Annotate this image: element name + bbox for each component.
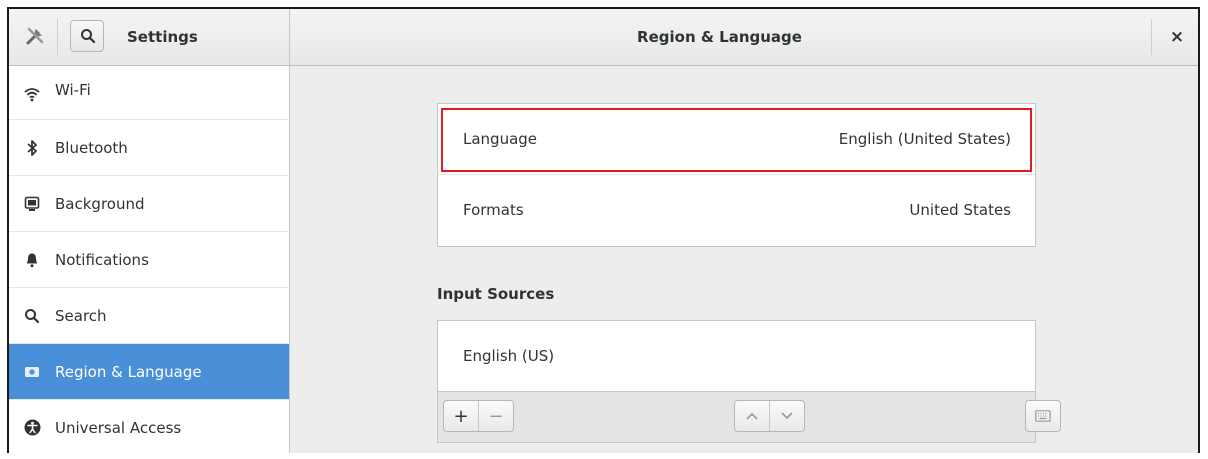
- input-sources-list: English (US) + −: [437, 320, 1061, 443]
- add-input-source-button[interactable]: +: [444, 401, 478, 431]
- app-title: Settings: [127, 28, 198, 46]
- search-button[interactable]: [70, 20, 104, 52]
- formats-row[interactable]: Formats United States: [438, 175, 1035, 246]
- sidebar-item-universal-access[interactable]: Universal Access: [9, 400, 289, 453]
- sidebar-item-label: Wi-Fi: [55, 81, 91, 99]
- sidebar-item-label: Region & Language: [55, 363, 202, 381]
- remove-input-source-button[interactable]: −: [478, 401, 513, 431]
- bluetooth-icon: [23, 120, 41, 175]
- sidebar-item-region-language[interactable]: Region & Language: [9, 344, 289, 400]
- input-sources-heading: Input Sources: [437, 285, 555, 303]
- region-icon: [23, 344, 41, 399]
- search-icon: [23, 288, 41, 343]
- header-separator: [57, 19, 58, 55]
- sidebar-item-label: Bluetooth: [55, 139, 128, 157]
- language-row[interactable]: Language English (United States): [438, 104, 1035, 175]
- header-bar: Settings Region & Language ×: [9, 9, 1198, 66]
- accessibility-icon: [23, 400, 41, 453]
- settings-window: Settings Region & Language × Wi-Fi Bluet…: [7, 7, 1200, 453]
- add-remove-group: + −: [443, 400, 514, 432]
- chevron-down-icon: [781, 412, 793, 420]
- wifi-icon: [23, 70, 41, 118]
- page-title: Region & Language: [637, 28, 802, 46]
- sidebar-item-background[interactable]: Background: [9, 176, 289, 232]
- header-separator: [1151, 19, 1152, 55]
- show-keyboard-layout-button[interactable]: [1026, 401, 1060, 431]
- sidebar-item-label: Notifications: [55, 251, 149, 269]
- background-icon: [23, 176, 41, 231]
- tools-icon: [23, 25, 47, 49]
- chevron-up-icon: [746, 412, 758, 420]
- sidebar-header: Settings: [9, 9, 290, 65]
- keyboard-layout-group: [1025, 400, 1061, 432]
- formats-value: United States: [909, 201, 1011, 219]
- sidebar-item-notifications[interactable]: Notifications: [9, 232, 289, 288]
- sidebar-item-bluetooth[interactable]: Bluetooth: [9, 120, 289, 176]
- language-value: English (United States): [838, 130, 1011, 148]
- close-button[interactable]: ×: [1164, 25, 1190, 49]
- input-source-row[interactable]: English (US): [438, 321, 1035, 392]
- move-up-button[interactable]: [735, 401, 769, 431]
- input-sources-toolbar: + −: [438, 391, 1061, 442]
- main-panel: Language English (United States) Formats…: [290, 66, 1198, 453]
- input-source-label: English (US): [463, 347, 555, 365]
- keyboard-icon: [1035, 410, 1051, 422]
- language-label: Language: [463, 130, 538, 148]
- language-formats-list: Language English (United States) Formats…: [437, 103, 1036, 247]
- sidebar: Wi-Fi Bluetooth Background Notifications…: [9, 66, 290, 453]
- sidebar-item-label: Background: [55, 195, 145, 213]
- sidebar-item-label: Universal Access: [55, 419, 182, 437]
- reorder-group: [734, 400, 805, 432]
- sidebar-item-label: Search: [55, 307, 107, 325]
- search-icon: [81, 29, 96, 44]
- sidebar-item-search[interactable]: Search: [9, 288, 289, 344]
- move-down-button[interactable]: [769, 401, 804, 431]
- formats-label: Formats: [463, 201, 524, 219]
- bell-icon: [23, 232, 41, 287]
- sidebar-item-wifi[interactable]: Wi-Fi: [9, 66, 289, 120]
